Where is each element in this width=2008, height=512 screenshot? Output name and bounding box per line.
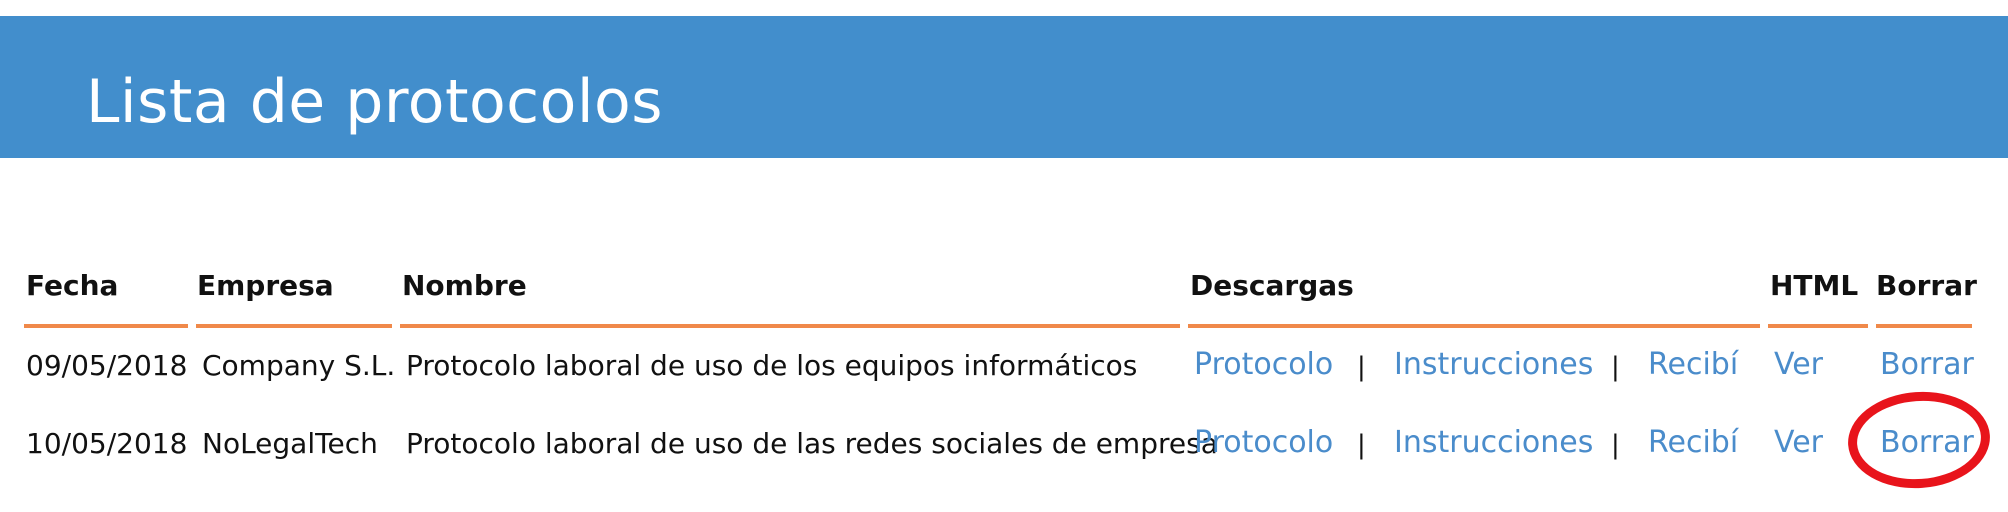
row-1-ver-link[interactable]: Ver [1774, 350, 1823, 380]
header-underline-borrar [1876, 324, 1972, 328]
header-underline-nombre [400, 324, 1180, 328]
row-2-separator-2: | [1611, 430, 1620, 460]
row-2-fecha: 10/05/2018 [26, 427, 188, 460]
row-2-separator-1: | [1357, 430, 1366, 460]
row-2-nombre: Protocolo laboral de uso de las redes so… [406, 427, 1218, 460]
column-header-fecha: Fecha [26, 269, 119, 302]
highlight-circle [1844, 387, 1994, 493]
row-2-instrucciones-link[interactable]: Instrucciones [1394, 428, 1593, 458]
row-1-borrar-link[interactable]: Borrar [1880, 350, 1974, 380]
column-header-borrar: Borrar [1876, 269, 1977, 302]
row-1-fecha: 09/05/2018 [26, 349, 188, 382]
header-underline-fecha [24, 324, 188, 328]
column-header-descargas: Descargas [1190, 269, 1354, 302]
row-1-nombre: Protocolo laboral de uso de los equipos … [406, 349, 1138, 382]
row-1-separator-2: | [1611, 352, 1620, 382]
row-2-protocolo-link[interactable]: Protocolo [1194, 428, 1333, 458]
column-header-empresa: Empresa [197, 269, 334, 302]
column-header-nombre: Nombre [402, 269, 527, 302]
header-underline-empresa [196, 324, 392, 328]
header-underline-html [1768, 324, 1868, 328]
column-header-html: HTML [1770, 269, 1859, 302]
row-1-instrucciones-link[interactable]: Instrucciones [1394, 350, 1593, 380]
page-title: Lista de protocolos [86, 67, 664, 137]
row-2-ver-link[interactable]: Ver [1774, 428, 1823, 458]
header-underline-descargas [1188, 324, 1760, 328]
row-1-recibi-link[interactable]: Recibí [1648, 350, 1738, 380]
row-1-protocolo-link[interactable]: Protocolo [1194, 350, 1333, 380]
row-1-separator-1: | [1357, 352, 1366, 382]
page-header: Lista de protocolos [0, 16, 2008, 158]
row-2-recibi-link[interactable]: Recibí [1648, 428, 1738, 458]
row-1-empresa: Company S.L. [202, 349, 396, 382]
row-2-empresa: NoLegalTech [202, 427, 378, 460]
